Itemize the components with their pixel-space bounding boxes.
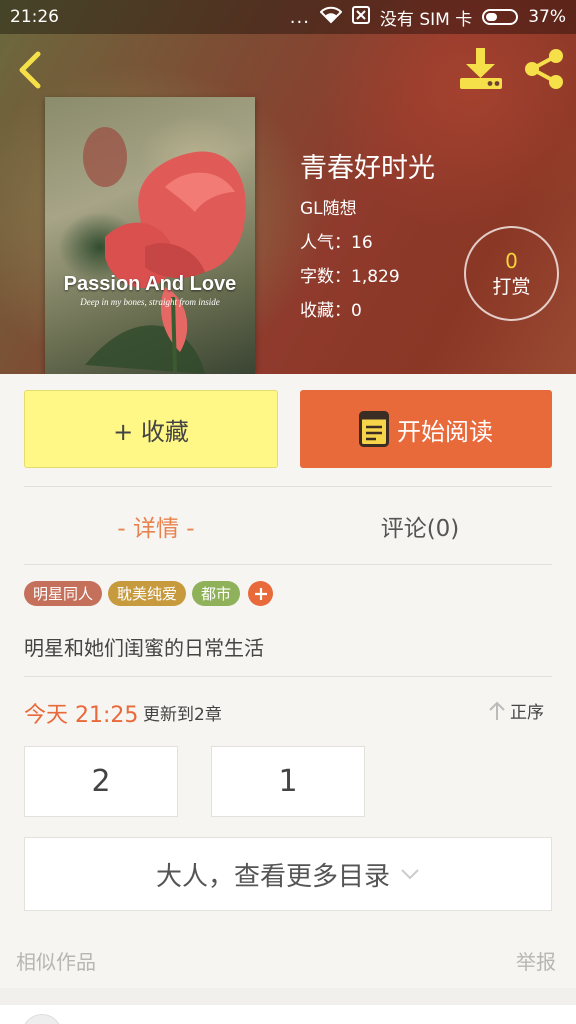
- divider: [24, 564, 552, 565]
- tag-item[interactable]: 耽美纯爱: [108, 581, 187, 606]
- tag-item[interactable]: 都市: [192, 581, 241, 606]
- chevron-down-icon: [401, 869, 419, 880]
- reward-count: 0: [505, 248, 518, 273]
- chapter-item[interactable]: 2: [24, 746, 178, 817]
- start-reading-label: 开始阅读: [397, 417, 493, 446]
- back-button[interactable]: [12, 48, 52, 92]
- book-author[interactable]: GL随想: [300, 194, 357, 219]
- collect-button[interactable]: + 收藏: [24, 390, 278, 468]
- plus-icon: [254, 587, 267, 600]
- book-cover[interactable]: Passion And Love Deep in my bones, strai…: [45, 97, 255, 374]
- add-tag-button[interactable]: [248, 581, 274, 606]
- battery-icon: [482, 9, 519, 25]
- chapter-item[interactable]: 1: [211, 746, 365, 817]
- update-text: 更新到2章: [143, 705, 222, 725]
- arrow-up-icon: [489, 701, 505, 720]
- status-bar: 21:26 ... 没有 SIM 卡 37%: [0, 0, 576, 34]
- status-carrier: 没有 SIM 卡: [379, 9, 473, 30]
- cover-subtitle: Deep in my bones, straight from inside: [80, 297, 220, 307]
- sort-order-label: 正序: [510, 703, 544, 723]
- download-button[interactable]: [456, 46, 506, 92]
- share-icon: [525, 49, 563, 89]
- no-sim-icon: [351, 5, 370, 29]
- start-reading-button[interactable]: 开始阅读: [300, 390, 552, 468]
- chevron-left-icon: [19, 51, 41, 89]
- reward-button[interactable]: 0 打赏: [464, 226, 559, 321]
- more-catalog-label: 大人，查看更多目录: [155, 861, 390, 892]
- download-icon: [460, 48, 502, 89]
- status-time: 21:26: [10, 7, 59, 27]
- similar-works-list: [0, 1005, 576, 1024]
- tab-details[interactable]: - 详情 -: [24, 504, 288, 548]
- share-button[interactable]: [520, 46, 568, 92]
- update-time: 今天 21:25: [24, 703, 139, 728]
- tag-list: 明星同人 耽美纯爱 都市: [24, 581, 274, 606]
- book-synopsis: 明星和她们闺蜜的日常生活: [24, 636, 264, 660]
- cover-title: Passion And Love: [63, 273, 237, 295]
- divider: [24, 676, 552, 677]
- book-favorites: 收藏：0: [300, 301, 362, 321]
- report-link[interactable]: 举报: [516, 946, 556, 975]
- similar-works-heading: 相似作品: [16, 950, 96, 974]
- tag-item[interactable]: 明星同人: [24, 581, 103, 606]
- sort-order-button[interactable]: 正序: [488, 698, 544, 723]
- book-popularity: 人气：16: [300, 233, 373, 253]
- status-battery: 37%: [528, 7, 566, 27]
- book-title: 青春好时光: [300, 153, 435, 184]
- divider: [24, 486, 552, 487]
- status-dots: ...: [289, 6, 310, 28]
- book-icon: [359, 411, 389, 447]
- tab-comments[interactable]: 评论(0): [288, 504, 552, 548]
- wifi-icon: [319, 6, 343, 29]
- more-catalog-button[interactable]: 大人，查看更多目录: [24, 837, 552, 911]
- rose-image: [83, 127, 246, 374]
- book-word-count: 字数：1,829: [300, 267, 400, 287]
- book-header: 21:26 ... 没有 SIM 卡 37% Passion And Love …: [0, 0, 576, 374]
- reward-label: 打赏: [492, 275, 531, 298]
